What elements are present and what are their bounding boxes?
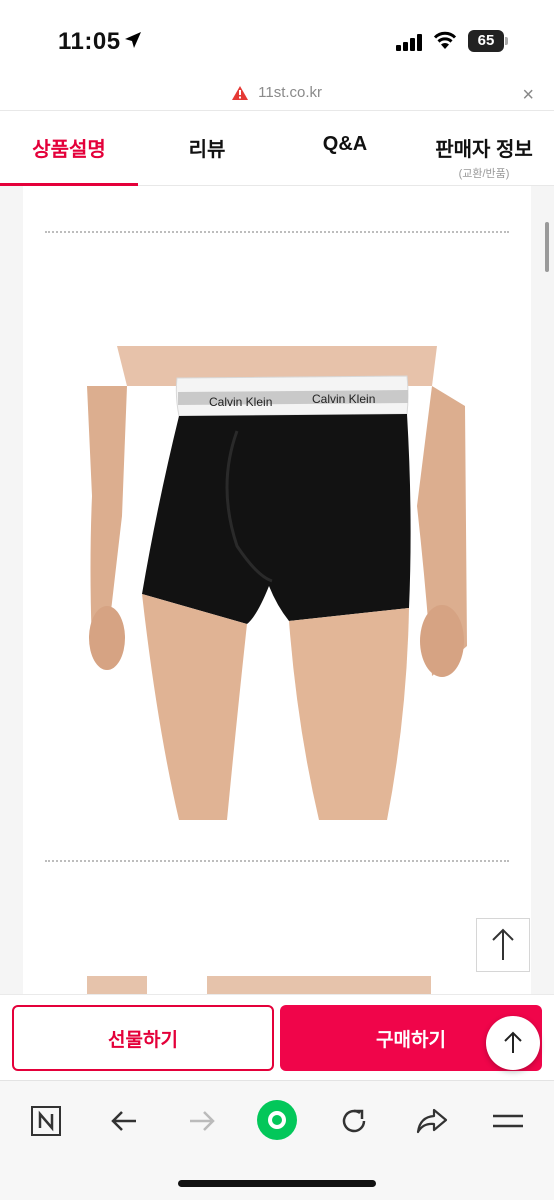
green-dot-icon [257,1100,297,1140]
share-icon [416,1108,448,1134]
tab-sublabel: (교환/반품) [458,168,510,180]
product-detail-content: Calvin Klein Calvin Klein [0,186,554,994]
arrow-up-icon [492,928,514,960]
waistband-text-left: Calvin Klein [209,395,272,409]
wifi-icon [433,31,457,49]
battery-icon: 65 [468,30,508,52]
tab-product-description[interactable]: 상품설명 [0,111,138,186]
status-bar: 11:05 65 [0,0,554,80]
detail-panel: Calvin Klein Calvin Klein [23,186,531,994]
menu-button[interactable] [486,1099,530,1143]
warning-icon [231,86,248,101]
tab-reviews[interactable]: 리뷰 [138,111,276,185]
reload-icon [342,1109,366,1133]
arrow-left-icon [111,1111,136,1131]
tab-seller-info[interactable]: 판매자 정보 (교환/반품) [414,111,554,185]
arrow-up-icon [504,1031,522,1053]
divider [45,231,509,233]
forward-button[interactable] [180,1099,224,1143]
purchase-bar: 선물하기 구매하기 [0,994,554,1080]
share-button[interactable] [410,1099,454,1143]
waistband-text-right: Calvin Klein [312,392,375,406]
url-bar[interactable]: 11st.co.kr × [0,80,554,110]
floating-scroll-top-button[interactable] [486,1016,540,1070]
menu-icon [493,1114,523,1128]
home-indicator [178,1180,376,1187]
tab-label: Q&A [322,133,368,155]
reload-button[interactable] [332,1099,376,1143]
tab-label: 리뷰 [188,139,226,161]
url-text: 11st.co.kr [258,84,323,101]
cellular-signal-icon [396,33,426,51]
status-time: 11:05 [58,28,121,55]
arrow-right-icon [190,1111,215,1131]
naver-home-button[interactable] [24,1099,68,1143]
tab-label: 상품설명 [32,139,106,161]
product-tabs: 상품설명 리뷰 Q&A 판매자 정보 (교환/반품) [0,110,554,186]
back-button[interactable] [102,1099,146,1143]
product-image-next [87,976,431,994]
naver-n-icon [31,1106,61,1136]
green-dot-button[interactable] [254,1097,300,1143]
gift-button[interactable]: 선물하기 [12,1005,274,1071]
close-icon[interactable]: × [522,84,534,107]
tab-label: 판매자 정보 [435,139,533,161]
tab-qa[interactable]: Q&A [276,111,414,185]
battery-level: 65 [468,30,504,52]
product-image: Calvin Klein Calvin Klein [87,346,467,820]
scroll-to-top-button[interactable] [476,918,530,972]
divider [45,860,509,862]
scrollbar[interactable] [545,222,549,272]
location-arrow-icon [125,32,141,48]
